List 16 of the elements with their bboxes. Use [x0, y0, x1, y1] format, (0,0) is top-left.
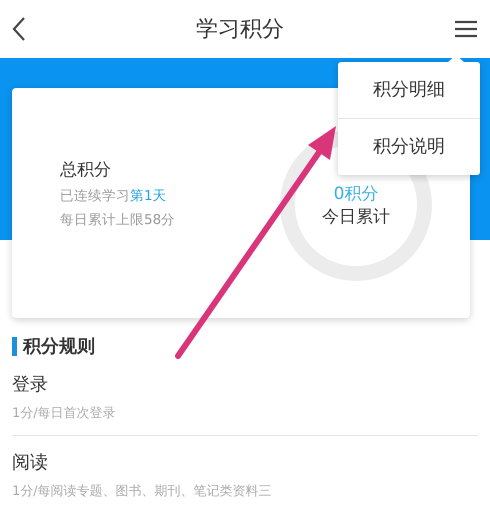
streak-text: 已连续学习 第1天 [60, 186, 168, 204]
total-points-label: 总积分 [60, 158, 112, 180]
menu-icon[interactable] [454, 20, 478, 38]
daily-limit-text: 每日累计上限58分 [60, 210, 176, 228]
menu-item[interactable]: 积分说明 [338, 118, 480, 175]
rule-name: 阅读 [12, 451, 49, 474]
rule-description: 1分/每日首次登录 [12, 405, 117, 422]
rule-description: 1分/每阅读专题、图书、期刊、笔记类资料三 [12, 483, 273, 500]
back-icon[interactable] [12, 16, 26, 42]
rule-name: 登录 [12, 373, 49, 396]
section-marker [12, 336, 17, 356]
page-title: 学习积分 [196, 16, 284, 44]
today-points: 0积分 [334, 183, 378, 205]
section-title: 积分规则 [23, 335, 95, 358]
today-label: 今日累计 [322, 206, 390, 228]
menu-item[interactable]: 积分明细 [338, 62, 480, 118]
